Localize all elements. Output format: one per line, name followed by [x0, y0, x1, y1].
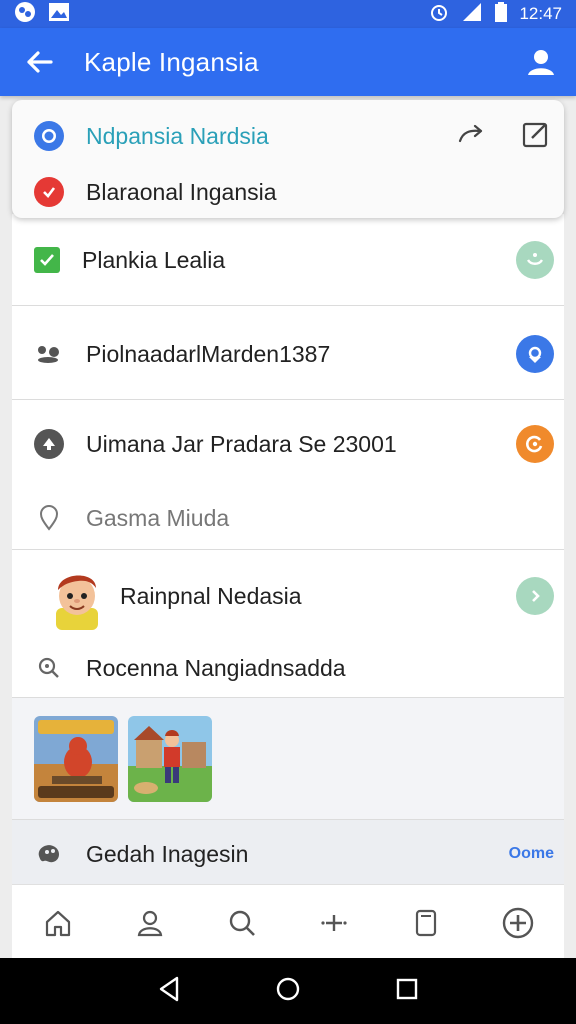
list-row: Rocenna Nangiadnsadda — [34, 646, 554, 690]
app-notification-icon — [14, 1, 36, 28]
list-item-label: Rainpnal Nedasia — [120, 582, 302, 609]
game-thumbnail[interactable] — [128, 716, 212, 802]
document-icon[interactable] — [402, 899, 450, 947]
list-row: PiolnaadarlMarden1387 — [34, 332, 554, 376]
alarm-icon — [429, 2, 449, 27]
upload-icon — [34, 429, 64, 459]
refresh-icon[interactable] — [516, 425, 554, 463]
done-button[interactable]: Oome — [509, 845, 554, 863]
list-row: Gedah Inagesin Oome — [34, 832, 554, 876]
list-item-label: Gedah Inagesin — [86, 840, 249, 867]
image-notification-icon — [48, 2, 70, 27]
list-item-label: PiolnaadarlMarden1387 — [86, 340, 331, 367]
top-card: Ndpansia Nardsia Blaraonal Ingansia — [12, 100, 564, 218]
content-list: Ndpansia Nardsia Blaraonal Ingansia Plan — [12, 96, 564, 886]
list-item-label: Uimana Jar Pradara Se 23001 — [86, 430, 397, 457]
account-icon[interactable] — [524, 45, 558, 79]
download-icon[interactable] — [516, 335, 554, 373]
list-item-label: Plankia Lealia — [82, 246, 226, 273]
add-circle-icon[interactable] — [494, 899, 542, 947]
list-row: Plankia Lealia — [34, 238, 554, 282]
list-item-label: Rocenna Nangiadnsadda — [86, 654, 346, 681]
chevron-right-icon[interactable] — [516, 577, 554, 615]
recents-icon[interactable] — [395, 977, 419, 1006]
list-item-label: Ndpansia Nardsia — [86, 122, 269, 149]
list-item-label: Gasma Miuda — [86, 504, 230, 531]
palette-icon — [34, 839, 64, 869]
status-bar: 12:47 — [0, 0, 576, 28]
battery-icon — [495, 1, 508, 27]
add-icon[interactable] — [310, 899, 358, 947]
avatar — [48, 564, 106, 630]
list-item[interactable]: Gedah Inagesin Oome — [12, 820, 564, 886]
signal-icon — [461, 2, 483, 27]
target-icon — [34, 121, 64, 151]
share-icon[interactable] — [458, 124, 484, 149]
back-icon[interactable] — [157, 976, 181, 1007]
checkbox-icon[interactable] — [34, 247, 60, 273]
system-navigation — [0, 958, 576, 1024]
clock: 12:47 — [519, 4, 562, 23]
game-thumbnail[interactable] — [34, 716, 118, 802]
bottom-navigation — [12, 884, 564, 960]
list-item-label: Blaraonal Ingansia — [86, 178, 277, 205]
home-icon[interactable] — [34, 899, 82, 947]
smile-icon[interactable] — [516, 241, 554, 279]
app-bar: Kaple Ingansia — [0, 28, 576, 96]
list-item[interactable]: Uimana Jar Pradara Se 23001 Gasma Miuda — [12, 400, 564, 550]
group-icon — [34, 339, 64, 369]
list-row: Rainpnal Nedasia — [120, 574, 554, 618]
check-circle-icon — [34, 177, 64, 207]
list-item[interactable]: Plankia Lealia — [12, 214, 564, 306]
home-circle-icon[interactable] — [275, 976, 301, 1007]
thumbnail-strip — [12, 698, 564, 820]
search-icon[interactable] — [218, 899, 266, 947]
list-row: Uimana Jar Pradara Se 23001 — [34, 422, 554, 466]
location-pin-icon — [34, 503, 64, 533]
page-title: Kaple Ingansia — [84, 46, 259, 77]
list-item[interactable]: Rainpnal Nedasia Rocenna Nangiadnsadda — [12, 550, 564, 698]
list-row: Gasma Miuda — [34, 496, 554, 540]
list-item-primary[interactable]: Ndpansia Nardsia — [34, 116, 554, 156]
search-icon — [34, 653, 64, 683]
edit-icon[interactable] — [522, 120, 550, 153]
back-arrow-icon[interactable] — [22, 45, 56, 79]
list-item[interactable]: PiolnaadarlMarden1387 — [12, 306, 564, 400]
list-item-secondary[interactable]: Blaraonal Ingansia — [34, 172, 554, 212]
profile-icon[interactable] — [126, 899, 174, 947]
